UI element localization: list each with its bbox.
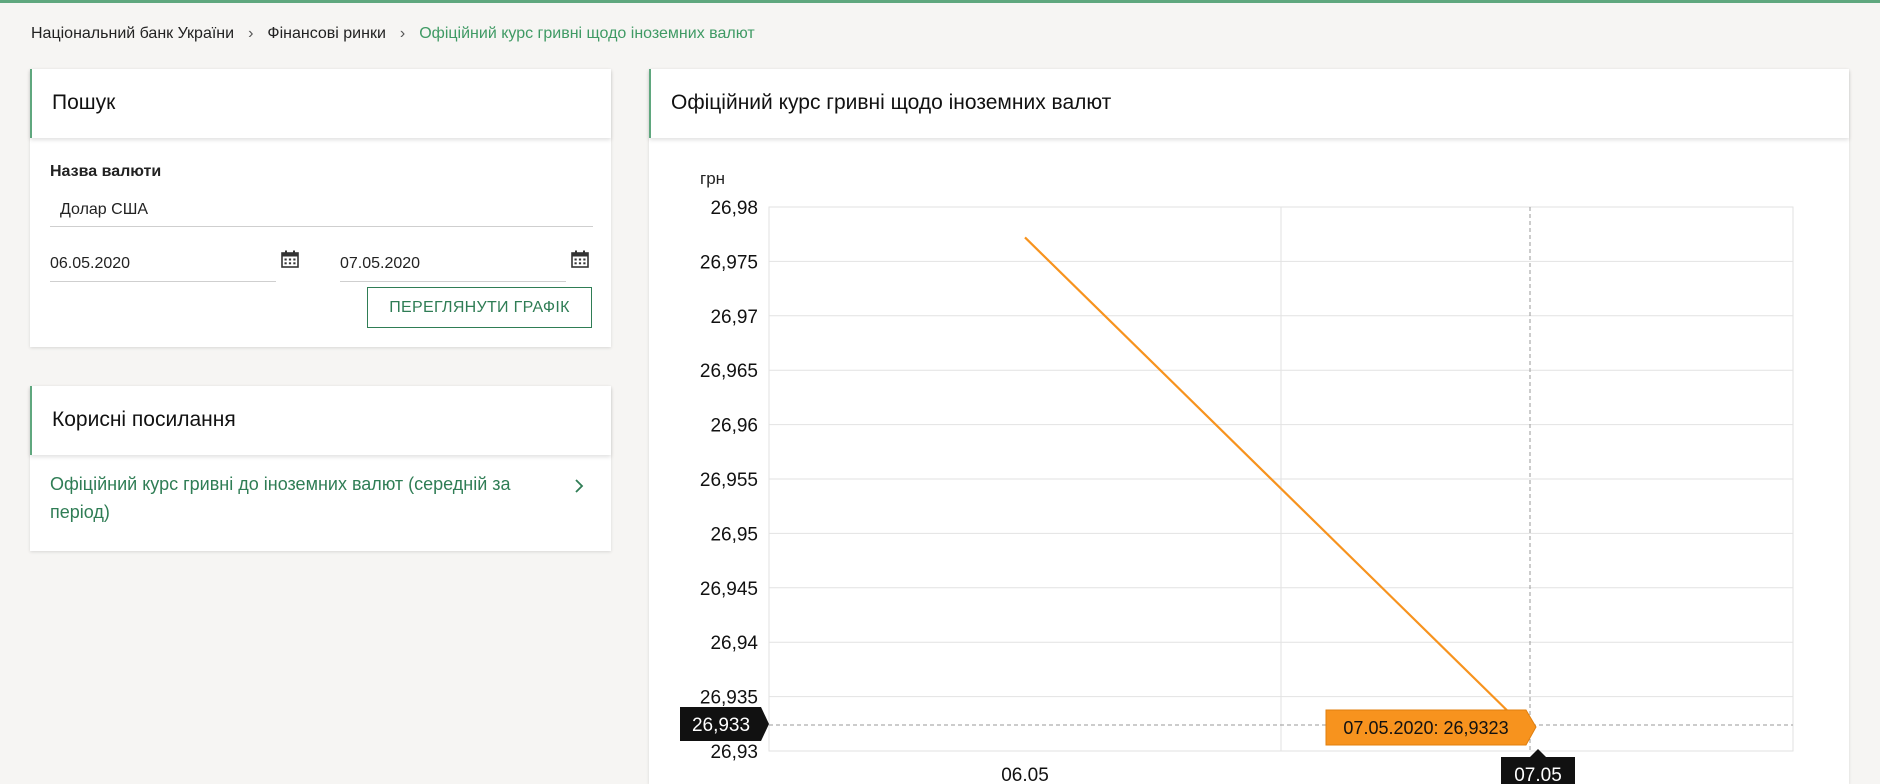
search-card-title: Пошук [52, 91, 116, 114]
calendar-icon[interactable] [571, 250, 589, 268]
breadcrumb-item-nbu[interactable]: Національний банк України [31, 25, 234, 43]
search-card: Пошук Назва валюти ПЕРЕГЛЯНУТИ ГРАФІК [30, 69, 611, 347]
currency-label: Назва валюти [50, 163, 162, 180]
breadcrumb-item-markets[interactable]: Фінансові ринки [267, 25, 385, 43]
currency-input[interactable] [50, 193, 593, 227]
chevron-right-icon [575, 479, 584, 493]
link-line-1: Офіційний курс гривні до іноземних валют… [50, 474, 511, 494]
useful-links-card: Корисні посилання Офіційний курс гривні … [30, 386, 611, 551]
top-accent-line [0, 0, 1880, 3]
date-to-input[interactable] [340, 246, 566, 282]
search-card-header: Пошук [30, 69, 611, 138]
chart-card-header: Офіційний курс гривні щодо іноземних вал… [649, 69, 1849, 138]
link-average-rate[interactable]: Офіційний курс гривні до іноземних валют… [30, 470, 611, 530]
chart-card: Офіційний курс гривні щодо іноземних вал… [649, 69, 1849, 784]
useful-links-header: Корисні посилання [30, 386, 611, 455]
breadcrumb-separator-icon: › [399, 25, 406, 42]
date-from-input[interactable] [50, 246, 276, 282]
view-chart-button[interactable]: ПЕРЕГЛЯНУТИ ГРАФІК [367, 287, 592, 328]
useful-links-title: Корисні посилання [52, 408, 236, 431]
chart-card-title: Офіційний курс гривні щодо іноземних вал… [671, 91, 1112, 114]
breadcrumb: Національний банк України › Фінансові ри… [31, 25, 755, 43]
breadcrumb-separator-icon: › [248, 25, 254, 42]
breadcrumb-item-current: Офіційний курс гривні щодо іноземних вал… [419, 25, 755, 42]
link-average-rate-text: Офіційний курс гривні до іноземних валют… [50, 470, 511, 526]
link-line-2: період) [50, 502, 110, 522]
calendar-icon[interactable] [281, 250, 299, 268]
